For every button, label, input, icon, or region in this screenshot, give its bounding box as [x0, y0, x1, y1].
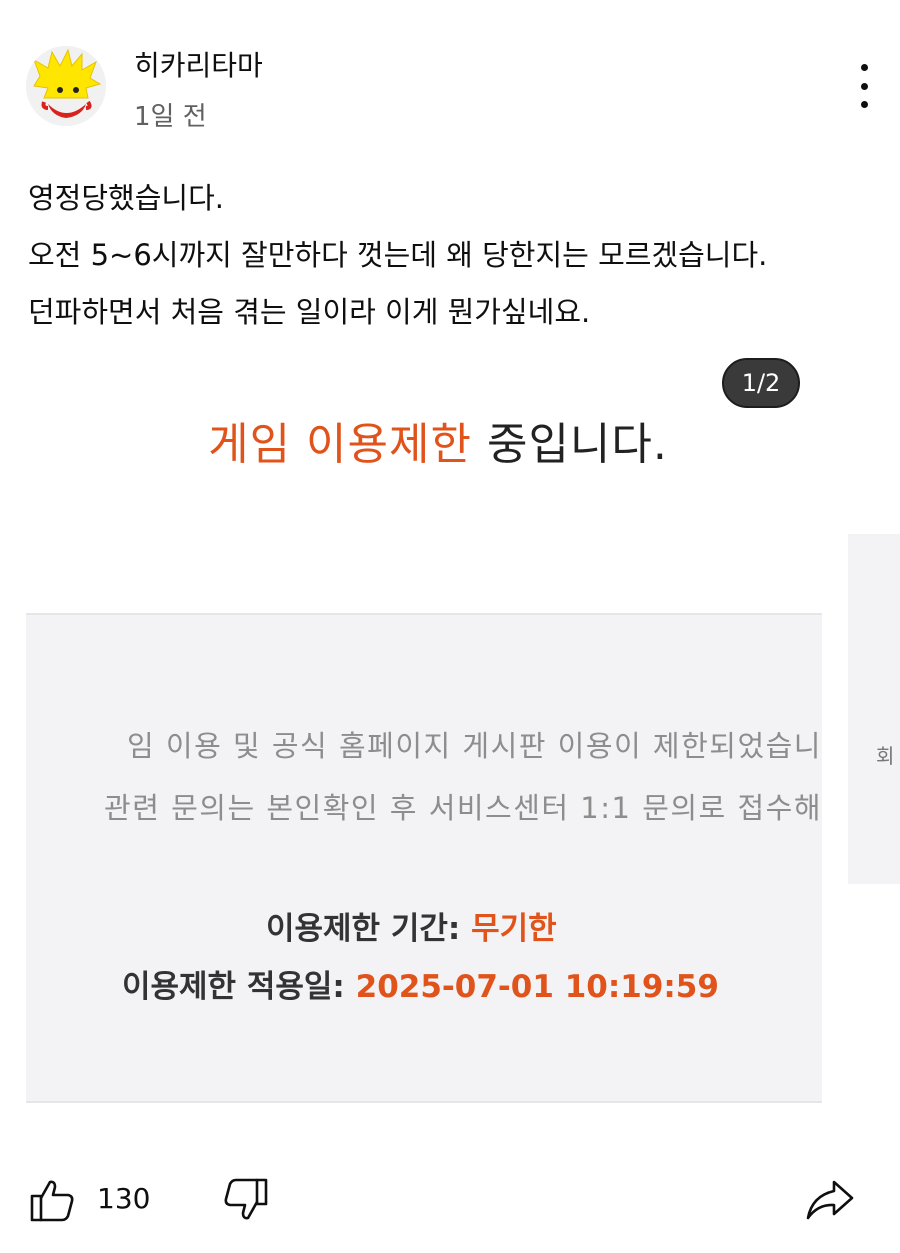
period-label: 이용제한 기간:	[266, 911, 472, 947]
peek-text: 회	[876, 744, 895, 768]
dot	[860, 101, 868, 108]
post-header: 히카리타마 1일 전	[0, 0, 900, 150]
restriction-notice-box: 임 이용 및 공식 홈페이지 게시판 이용이 제한되었습니 관련 문의는 본인확…	[26, 613, 822, 1103]
dot	[860, 82, 868, 90]
post-line: 오전 5~6시까지 잘만하다 껏는데 왜 당한지는 모르겠습니다.	[28, 238, 768, 272]
restriction-period: 이용제한 기간: 무기한	[266, 903, 822, 948]
like-count: 130	[97, 1182, 151, 1215]
action-bar: 130	[0, 1160, 900, 1240]
headline-rest: 중입니다.	[471, 419, 668, 470]
restriction-applied-date: 이용제한 적용일: 2025-07-01 10:19:59	[122, 961, 822, 1006]
post-image-card[interactable]: 게임 이용제한 중입니다. 임 이용 및 공식 홈페이지 게시판 이용이 제한되…	[26, 338, 850, 1138]
next-image-peek[interactable]: 회	[848, 534, 900, 884]
period-value: 무기한	[471, 911, 557, 947]
thumbs-up-icon[interactable]	[28, 1176, 76, 1224]
post-time: 1일 전	[134, 102, 207, 132]
post-line: 영정당했습니다.	[28, 181, 224, 215]
cartoon-face-avatar-icon	[26, 46, 106, 126]
more-options-icon[interactable]	[846, 64, 882, 108]
dot	[860, 64, 868, 71]
notice-line: 임 이용 및 공식 홈페이지 게시판 이용이 제한되었습니	[127, 729, 822, 763]
post-body: 영정당했습니다. 오전 5~6시까지 잘만하다 껏는데 왜 당한지는 모르겠습니…	[28, 170, 888, 341]
headline-accent: 게임 이용제한	[208, 419, 472, 470]
author-name[interactable]: 히카리타마	[134, 44, 263, 84]
restriction-headline: 게임 이용제한 중입니다.	[26, 408, 850, 472]
image-counter-badge: 1/2	[722, 358, 800, 408]
thumbs-down-icon[interactable]	[222, 1176, 270, 1224]
avatar[interactable]	[26, 46, 106, 126]
notice-line: 관련 문의는 본인확인 후 서비스센터 1:1 문의로 접수해	[104, 791, 822, 825]
post-line: 던파하면서 처음 겪는 일이라 이게 뭔가싶네요.	[28, 295, 591, 329]
applied-value: 2025-07-01 10:19:59	[355, 969, 719, 1005]
applied-label: 이용제한 적용일:	[122, 969, 356, 1005]
share-icon[interactable]	[804, 1176, 856, 1224]
